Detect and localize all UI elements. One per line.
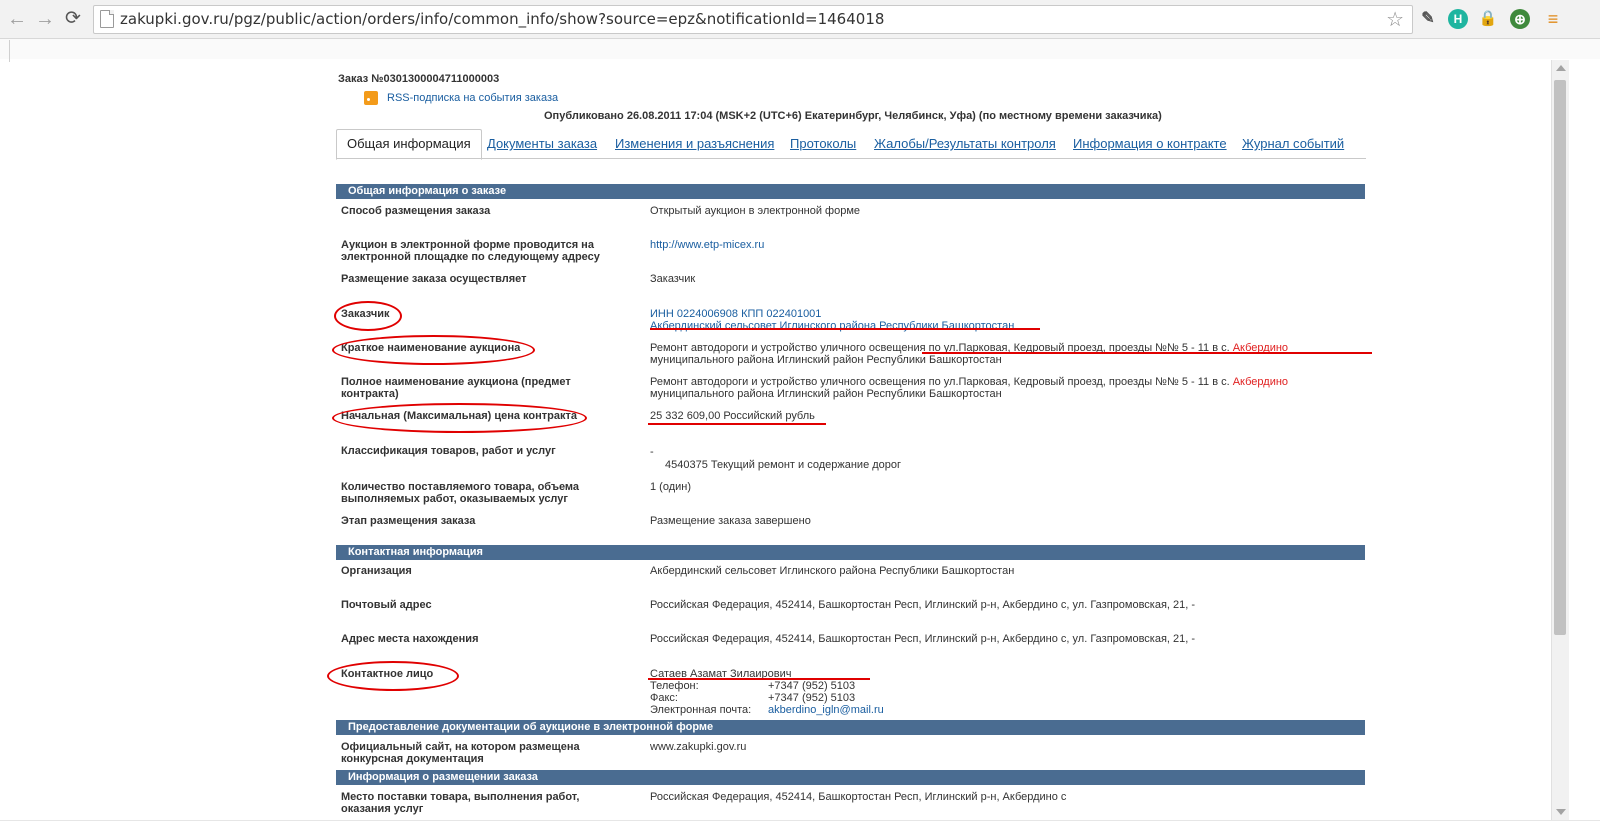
classification-value: 4540375 Текущий ремонт и содержание доро… [665,459,902,471]
stage-label: Этап размещения заказа [341,515,476,527]
placer-value: Заказчик [650,273,696,285]
section-header-contact: Контактная информация [336,545,1365,560]
page-icon [100,10,114,28]
rss-icon [364,91,378,105]
tab-divider [336,158,1366,159]
classification-dash: - [650,446,654,458]
short-name-value: Ремонт автодороги и устройство уличного … [650,342,1365,366]
annotation-underline-contact-person [648,678,870,680]
full-name-text: Ремонт автодороги и устройство уличного … [650,376,1230,388]
postal-address-value: Российская Федерация, 452414, Башкортост… [650,599,1196,611]
back-icon[interactable]: ← [6,8,28,30]
official-site-label: Официальный сайт, на котором размещена к… [341,741,580,765]
h-icon[interactable]: H [1448,9,1468,29]
annotation-circle-short-name [332,335,535,365]
reload-icon[interactable]: ⟳ [62,8,84,30]
short-name-text-end: муниципального района Иглинский район Ре… [650,354,1002,366]
quantity-label: Количество поставляемого товара, объема … [341,481,580,505]
forward-icon[interactable]: → [34,8,56,30]
menu-icon[interactable]: ≡ [1543,9,1563,29]
full-name-label: Полное наименование аукциона (предмет ко… [341,376,571,400]
full-name-text-end: муниципального района Иглинский район Ре… [650,388,1002,400]
annotation-circle-contact-person [327,661,459,691]
classification-label: Классификация товаров, работ и услуг [341,445,556,457]
address-bar[interactable]: zakupki.gov.ru/pgz/public/action/orders/… [93,5,1413,34]
bookmark-star-icon[interactable]: ☆ [1386,7,1404,32]
section-header-docs: Предоставление документации об аукционе … [336,720,1365,735]
globe-icon[interactable]: ⊕ [1510,9,1530,29]
postal-address-label: Почтовый адрес [341,599,432,611]
tab-event-log[interactable]: Журнал событий [1242,130,1344,158]
platform-link[interactable]: http://www.etp-micex.ru [650,239,764,251]
address-url[interactable]: zakupki.gov.ru/pgz/public/action/orders/… [120,10,884,28]
published-info: Опубликовано 26.08.2011 17:04 (MSK+2 (UT… [544,110,1162,122]
fax-value: +7347 (952) 5103 [768,692,856,704]
browser-toolbar: ← → ⟳ zakupki.gov.ru/pgz/public/action/o… [0,0,1600,39]
location-address-value: Российская Федерация, 452414, Башкортост… [650,633,1196,645]
location-address-label: Адрес места нахождения [341,633,479,645]
customer-name-link[interactable]: Акбердинский сельсовет Иглинского района… [650,320,1014,332]
divider [9,40,10,62]
tab-contract-info[interactable]: Информация о контракте [1073,130,1227,158]
organization-value: Акбердинский сельсовет Иглинского района… [650,565,1015,577]
section-header-placement: Информация о размещении заказа [336,770,1365,785]
quantity-value: 1 (один) [650,481,692,493]
delivery-place-label: Место поставки товара, выполнения работ,… [341,791,580,815]
order-title: Заказ №0301300004711000003 [338,73,500,85]
lock-icon[interactable]: 🔒 [1478,9,1498,29]
tab-bar: Общая информация Документы заказа Измене… [336,129,1366,160]
tab-complaints[interactable]: Жалобы/Результаты контроля [874,130,1056,158]
section-header-general: Общая информация о заказе [336,184,1365,199]
stage-value: Размещение заказа завершено [650,515,811,527]
tab-changes-clarifications[interactable]: Изменения и разъяснения [615,130,774,158]
placer-label: Размещение заказа осуществляет [341,273,527,285]
phone-label: Телефон: [650,680,699,692]
page-bottom-edge [0,820,1600,840]
organization-label: Организация [341,565,412,577]
annotation-circle-price [332,403,587,433]
official-site-value: www.zakupki.gov.ru [650,741,747,753]
platform-label: Аукцион в электронной форме проводится н… [341,239,600,263]
full-name-highlight: Акбердино [1232,376,1289,388]
rss-label[interactable]: RSS-подписка на события заказа [387,92,558,104]
annotation-underline-short-name [922,352,1372,354]
annotation-underline-price [648,423,826,425]
annotation-circle-customer [334,301,402,331]
annotation-underline-customer [650,328,1040,330]
scroll-down-icon[interactable] [1556,809,1566,815]
bookmark-icon[interactable]: ✎ [1418,9,1438,29]
tab-order-documents[interactable]: Документы заказа [487,130,597,158]
customer-inn-link[interactable]: ИНН 0224006908 КПП 022401001 [650,308,821,320]
email-link[interactable]: akberdino_igln@mail.ru [768,704,884,716]
bookmarks-strip [0,39,1600,59]
price-value: 25 332 609,00 Российский рубль [650,410,815,422]
fax-label: Факс: [650,692,678,704]
tab-protocols[interactable]: Протоколы [790,130,856,158]
email-label: Электронная почта: [650,704,752,716]
full-name-value: Ремонт автодороги и устройство уличного … [650,376,1365,400]
tab-general-info[interactable]: Общая информация [336,129,482,160]
phone-value: +7347 (952) 5103 [768,680,856,692]
scrollbar[interactable] [1551,60,1569,820]
method-value: Открытый аукцион в электронной форме [650,205,861,217]
scroll-thumb[interactable] [1554,80,1566,635]
delivery-place-value: Российская Федерация, 452414, Башкортост… [650,791,1067,803]
scroll-up-icon[interactable] [1556,65,1566,71]
method-label: Способ размещения заказа [341,205,491,217]
